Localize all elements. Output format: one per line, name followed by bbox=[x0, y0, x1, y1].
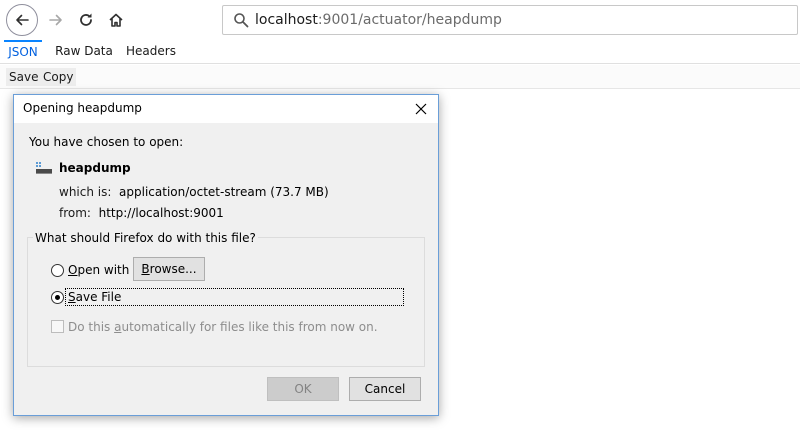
tab-json[interactable]: JSON bbox=[4, 40, 42, 64]
auto-action-text-start: Do this bbox=[68, 320, 115, 334]
open-with-label[interactable]: Open with bbox=[68, 263, 129, 277]
cancel-button[interactable]: Cancel bbox=[349, 377, 421, 401]
auto-action-label[interactable]: Do this automatically for files like thi… bbox=[68, 320, 378, 334]
dialog-title: Opening heapdump bbox=[23, 101, 142, 115]
copy-toolbar-button[interactable]: Copy bbox=[40, 68, 77, 86]
reload-icon bbox=[80, 13, 92, 26]
viewer-toolbar: Save Copy bbox=[0, 65, 800, 89]
home-button[interactable] bbox=[104, 8, 128, 32]
save-file-radio[interactable] bbox=[51, 291, 64, 304]
auto-action-checkbox[interactable] bbox=[51, 320, 64, 333]
browse-button[interactable]: Browse... bbox=[133, 257, 205, 281]
tab-raw-data[interactable]: Raw Data bbox=[54, 40, 114, 64]
back-arrow-icon bbox=[16, 14, 29, 26]
download-dialog: Opening heapdump You have chosen to open… bbox=[13, 94, 439, 416]
viewer-tabs: JSON Raw Data Headers bbox=[0, 40, 800, 64]
browse-accesskey: B bbox=[141, 262, 150, 276]
save-toolbar-button[interactable]: Save bbox=[6, 68, 42, 86]
file-type-value: application/octet-stream (73.7 MB) bbox=[119, 185, 329, 199]
file-type-row: which is: application/octet-stream (73.7… bbox=[59, 185, 329, 199]
file-icon bbox=[36, 162, 52, 174]
close-icon bbox=[415, 103, 427, 115]
forward-arrow-icon bbox=[49, 14, 62, 26]
search-icon bbox=[227, 12, 255, 28]
file-source-value: http://localhost:9001 bbox=[98, 206, 224, 220]
open-with-text: pen with bbox=[77, 263, 130, 277]
forward-button[interactable] bbox=[44, 8, 68, 32]
chosen-to-open-text: You have chosen to open: bbox=[29, 135, 184, 149]
url-host: localhost bbox=[255, 12, 318, 28]
from-label: from: bbox=[59, 206, 91, 220]
close-button[interactable] bbox=[410, 98, 432, 120]
home-icon bbox=[109, 13, 123, 27]
file-source-row: from: http://localhost:9001 bbox=[59, 206, 224, 220]
action-question: What should Firefox do with this file? bbox=[33, 231, 258, 245]
save-file-accesskey: S bbox=[68, 290, 76, 304]
open-with-radio[interactable] bbox=[51, 264, 64, 277]
back-button[interactable] bbox=[6, 4, 38, 36]
url-path: :9001/actuator/heapdump bbox=[317, 12, 502, 28]
reload-button[interactable] bbox=[74, 8, 98, 32]
ok-button[interactable]: OK bbox=[267, 377, 339, 401]
browse-text: rowse... bbox=[149, 262, 197, 276]
auto-action-text-end: utomatically for files like this from no… bbox=[121, 320, 378, 334]
url-bar[interactable]: localhost:9001/actuator/heapdump bbox=[222, 5, 798, 35]
save-file-text: ave File bbox=[75, 290, 122, 304]
navigation-toolbar: localhost:9001/actuator/heapdump bbox=[0, 0, 800, 40]
which-is-label: which is: bbox=[59, 185, 112, 199]
tab-headers[interactable]: Headers bbox=[124, 40, 178, 64]
url-text[interactable]: localhost:9001/actuator/heapdump bbox=[255, 12, 502, 28]
file-name: heapdump bbox=[59, 161, 131, 175]
dialog-titlebar[interactable]: Opening heapdump bbox=[14, 95, 438, 123]
save-file-label[interactable]: Save File bbox=[68, 290, 121, 304]
